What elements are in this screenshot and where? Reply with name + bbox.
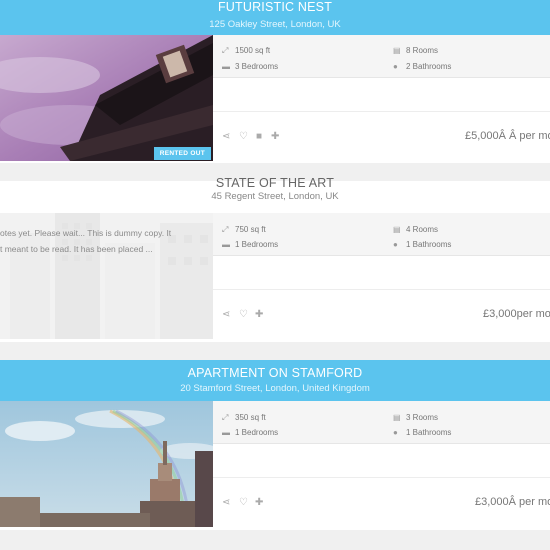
heart-icon[interactable]: ♡ — [239, 497, 248, 509]
listing-info: ⤢ 750 sq ft ▤ 4 Rooms ▬ 1 Bedrooms ● 1 Bathr… — [213, 213, 550, 339]
spec-area: ⤢ 750 sq ft — [222, 225, 266, 234]
listing-title[interactable]: FUTURISTIC NEST — [0, 0, 550, 14]
spec-area: ⤢ 350 sq ft — [222, 413, 266, 422]
spec-bathrooms: ● 1 Bathrooms — [393, 428, 452, 437]
plus-icon[interactable]: ✚ — [255, 497, 263, 509]
listing-excerpt: otes yet. Please wait... This is dummy c… — [0, 228, 172, 254]
plus-icon[interactable]: ✚ — [255, 309, 263, 321]
drop-icon: ● — [393, 240, 398, 249]
building-icon: ▤ — [393, 225, 401, 234]
share-icon[interactable]: ⋖ — [222, 309, 230, 321]
pagoda-photo — [0, 35, 213, 161]
listing-image[interactable] — [0, 401, 213, 527]
bed-icon: ▬ — [222, 240, 230, 249]
listing-price: £3,000Â per mo — [475, 496, 550, 508]
spec-rooms: ▤ 3 Rooms — [393, 413, 439, 422]
listing-card: STATE OF THE ART 45 Regent Street, Londo… — [0, 176, 550, 342]
building-icon: ▤ — [393, 413, 401, 422]
skyline-photo — [0, 401, 213, 527]
video-icon[interactable]: ■ — [256, 131, 262, 143]
listing-header: STATE OF THE ART 45 Regent Street, Londo… — [0, 176, 550, 213]
drop-icon: ● — [393, 62, 398, 71]
resize-icon: ⤢ — [222, 413, 229, 422]
listing-actions: ⋖ ♡ ✚ £3,000Â per mo — [213, 477, 550, 528]
listing-price: £3,000per mo — [483, 308, 550, 320]
listing-title[interactable]: STATE OF THE ART — [0, 176, 550, 190]
listing-image[interactable]: RENTED OUT — [0, 35, 213, 161]
listing-price: £5,000Â Â per mo — [465, 130, 550, 142]
building-icon: ▤ — [393, 46, 401, 55]
spec-bedrooms: ▬ 1 Bedrooms — [222, 240, 279, 249]
resize-icon: ⤢ — [222, 46, 229, 55]
listing-address: 125 Oakley Street, London, UK — [209, 19, 341, 30]
spec-bedrooms: ▬ 3 Bedrooms — [222, 62, 279, 71]
status-badge: RENTED OUT — [153, 147, 211, 160]
listing-card: APARTMENT ON STAMFORD 20 Stamford Street… — [0, 360, 550, 530]
listing-address: 45 Regent Street, London, UK — [211, 191, 339, 202]
share-icon[interactable]: ⋖ — [222, 131, 230, 143]
listing-specs: ⤢ 750 sq ft ▤ 4 Rooms ▬ 1 Bedrooms ● 1 Bathr… — [213, 213, 550, 256]
bed-icon: ▬ — [222, 62, 230, 71]
listing-info: ⤢ 350 sq ft ▤ 3 Rooms ▬ 1 Bedrooms ● 1 Bathr… — [213, 401, 550, 527]
listing-actions: ⋖ ♡ ✚ £3,000per mo — [213, 289, 550, 340]
spec-area: ⤢ 1500 sq ft — [222, 46, 271, 55]
listing-title[interactable]: APARTMENT ON STAMFORD — [0, 360, 550, 380]
spec-bathrooms: ● 1 Bathrooms — [393, 240, 452, 249]
listing-address: 20 Stamford Street, London, United Kingd… — [180, 383, 370, 394]
listing-specs: ⤢ 350 sq ft ▤ 3 Rooms ▬ 1 Bedrooms ● 1 Bathr… — [213, 401, 550, 444]
heart-icon[interactable]: ♡ — [239, 309, 248, 321]
heart-icon[interactable]: ♡ — [239, 131, 248, 143]
listing-actions: ⋖ ♡ ■ ✚ £5,000Â Â per mo — [213, 111, 550, 162]
plus-icon[interactable]: ✚ — [271, 131, 279, 143]
spec-rooms: ▤ 8 Rooms — [393, 46, 439, 55]
resize-icon: ⤢ — [222, 225, 229, 234]
listing-card: FUTURISTIC NEST 125 Oakley Street, Londo… — [0, 0, 550, 163]
drop-icon: ● — [393, 428, 398, 437]
spec-bathrooms: ● 2 Bathrooms — [393, 62, 452, 71]
listing-specs: ⤢ 1500 sq ft ▤ 8 Rooms ▬ 3 Bedrooms ● 2 Bath… — [213, 35, 550, 78]
listing-header: APARTMENT ON STAMFORD 20 Stamford Street… — [0, 360, 550, 401]
listing-image[interactable]: otes yet. Please wait... This is dummy c… — [0, 213, 213, 339]
listing-info: ⤢ 1500 sq ft ▤ 8 Rooms ▬ 3 Bedrooms ● 2 Bath… — [213, 35, 550, 161]
share-icon[interactable]: ⋖ — [222, 497, 230, 509]
bed-icon: ▬ — [222, 428, 230, 437]
spec-rooms: ▤ 4 Rooms — [393, 225, 439, 234]
spec-bedrooms: ▬ 1 Bedrooms — [222, 428, 279, 437]
listing-header: FUTURISTIC NEST 125 Oakley Street, Londo… — [0, 0, 550, 35]
